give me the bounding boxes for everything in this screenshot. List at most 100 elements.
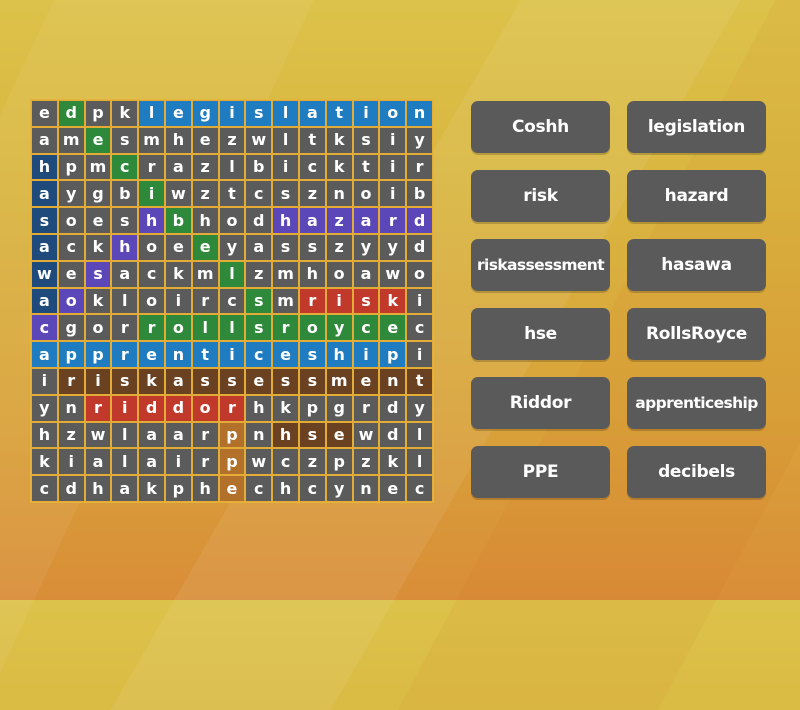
grid-cell[interactable]: m (138, 126, 165, 154)
grid-cell[interactable]: y (379, 233, 407, 261)
grid-cell[interactable]: p (325, 448, 353, 476)
grid-cell[interactable]: i (111, 394, 139, 422)
grid-cell[interactable]: o (379, 100, 407, 127)
grid-cell[interactable]: n (325, 180, 353, 208)
grid-cell[interactable]: k (272, 394, 299, 422)
grid-cell[interactable]: c (245, 180, 273, 208)
grid-cell[interactable]: s (298, 421, 326, 449)
grid-cell[interactable]: e (218, 475, 246, 502)
grid-cell[interactable]: c (298, 475, 326, 502)
grid-cell[interactable]: p (57, 153, 85, 181)
grid-cell[interactable]: d (245, 207, 273, 234)
grid-cell[interactable]: h (31, 153, 58, 181)
grid-cell[interactable]: r (272, 314, 299, 342)
grid-cell[interactable]: c (406, 475, 433, 502)
grid-cell[interactable]: e (325, 421, 353, 449)
grid-cell[interactable]: a (245, 233, 273, 261)
grid-cell[interactable]: c (57, 233, 85, 261)
grid-cell[interactable]: p (84, 100, 112, 127)
grid-cell[interactable]: l (406, 421, 433, 449)
grid-cell[interactable]: s (245, 287, 273, 315)
grid-cell[interactable]: l (218, 153, 246, 181)
grid-cell[interactable]: o (191, 394, 219, 422)
grid-cell[interactable]: g (84, 180, 112, 208)
grid-cell[interactable]: s (191, 367, 219, 395)
grid-cell[interactable]: i (218, 341, 246, 368)
grid-cell[interactable]: l (272, 100, 299, 127)
grid-cell[interactable]: y (31, 394, 58, 422)
grid-cell[interactable]: r (352, 394, 380, 422)
grid-cell[interactable]: c (31, 314, 58, 342)
grid-cell[interactable]: s (111, 126, 139, 154)
grid-cell[interactable]: c (31, 475, 58, 502)
grid-cell[interactable]: d (57, 475, 85, 502)
grid-cell[interactable]: l (138, 100, 165, 127)
grid-cell[interactable]: e (272, 341, 299, 368)
grid-cell[interactable]: i (406, 341, 433, 368)
grid-cell[interactable]: d (164, 394, 192, 422)
grid-cell[interactable]: a (298, 207, 326, 234)
grid-cell[interactable]: z (325, 233, 353, 261)
grid-cell[interactable]: c (245, 475, 273, 502)
grid-cell[interactable]: e (57, 260, 85, 288)
grid-cell[interactable]: s (245, 100, 273, 127)
grid-cell[interactable]: h (111, 233, 139, 261)
grid-cell[interactable]: k (31, 448, 58, 476)
grid-cell[interactable]: i (352, 100, 380, 127)
word-button-hazard[interactable]: hazard (627, 170, 766, 222)
grid-cell[interactable]: a (164, 153, 192, 181)
grid-cell[interactable]: k (84, 287, 112, 315)
grid-cell[interactable]: e (245, 367, 273, 395)
grid-cell[interactable]: i (84, 367, 112, 395)
grid-cell[interactable]: b (245, 153, 273, 181)
grid-cell[interactable]: w (379, 260, 407, 288)
grid-cell[interactable]: n (352, 475, 380, 502)
grid-cell[interactable]: a (111, 260, 139, 288)
grid-cell[interactable]: w (84, 421, 112, 449)
grid-cell[interactable]: t (298, 126, 326, 154)
grid-cell[interactable]: a (164, 367, 192, 395)
grid-cell[interactable]: s (298, 367, 326, 395)
grid-cell[interactable]: h (325, 341, 353, 368)
grid-cell[interactable]: k (164, 260, 192, 288)
grid-cell[interactable]: y (352, 233, 380, 261)
grid-cell[interactable]: t (191, 341, 219, 368)
grid-cell[interactable]: s (272, 180, 299, 208)
word-button-risk[interactable]: risk (471, 170, 610, 222)
word-button-apprenticeship[interactable]: apprenticeship (627, 377, 766, 429)
grid-cell[interactable]: s (298, 341, 326, 368)
grid-cell[interactable]: p (57, 341, 85, 368)
grid-cell[interactable]: r (138, 153, 165, 181)
grid-cell[interactable]: r (379, 207, 407, 234)
grid-cell[interactable]: i (352, 341, 380, 368)
grid-cell[interactable]: p (379, 341, 407, 368)
grid-cell[interactable]: l (111, 448, 139, 476)
grid-cell[interactable]: a (352, 207, 380, 234)
word-button-riskassessment[interactable]: riskassessment (471, 239, 610, 291)
grid-cell[interactable]: h (245, 394, 273, 422)
grid-cell[interactable]: r (191, 287, 219, 315)
grid-cell[interactable]: a (164, 421, 192, 449)
grid-cell[interactable]: r (191, 448, 219, 476)
grid-cell[interactable]: w (245, 448, 273, 476)
grid-cell[interactable]: g (325, 394, 353, 422)
grid-cell[interactable]: i (379, 180, 407, 208)
grid-cell[interactable]: p (164, 475, 192, 502)
grid-cell[interactable]: e (191, 126, 219, 154)
grid-cell[interactable]: o (406, 260, 433, 288)
grid-cell[interactable]: k (325, 153, 353, 181)
grid-cell[interactable]: r (406, 153, 433, 181)
grid-cell[interactable]: c (218, 287, 246, 315)
grid-cell[interactable]: t (352, 153, 380, 181)
grid-cell[interactable]: p (218, 421, 246, 449)
grid-cell[interactable]: h (272, 421, 299, 449)
grid-cell[interactable]: m (272, 287, 299, 315)
grid-cell[interactable]: k (325, 126, 353, 154)
grid-cell[interactable]: i (218, 100, 246, 127)
grid-cell[interactable]: z (191, 180, 219, 208)
grid-cell[interactable]: i (164, 448, 192, 476)
grid-cell[interactable]: m (191, 260, 219, 288)
grid-cell[interactable]: h (272, 207, 299, 234)
grid-cell[interactable]: n (57, 394, 85, 422)
word-button-legislation[interactable]: legislation (627, 101, 766, 153)
